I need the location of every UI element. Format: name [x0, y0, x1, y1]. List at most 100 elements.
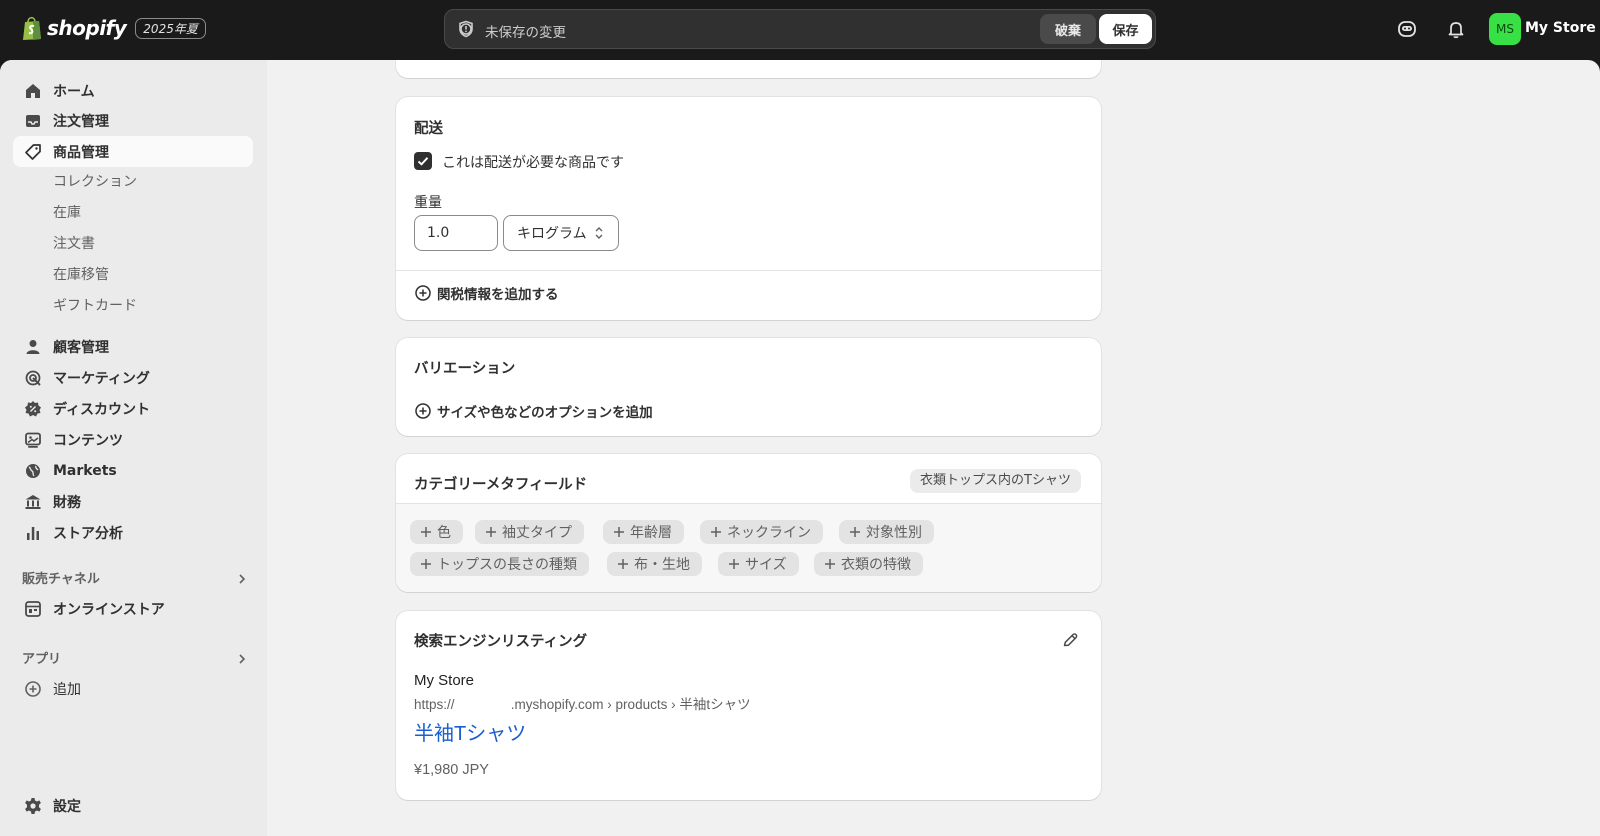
divider — [396, 270, 1101, 271]
sidekick-icon[interactable] — [1396, 18, 1418, 40]
plus-icon — [486, 527, 496, 537]
weight-input[interactable] — [414, 215, 498, 251]
plus-icon — [618, 559, 628, 569]
store-name[interactable]: My Store — [1525, 20, 1596, 36]
metafield-pill-clothing-features[interactable]: 衣類の特徴 — [814, 552, 923, 576]
pill-label: 袖丈タイプ — [502, 525, 572, 541]
sidebar-item-label: コンテンツ — [53, 432, 123, 449]
sidebar-item-content[interactable]: コンテンツ — [13, 424, 253, 455]
discard-button[interactable]: 破棄 — [1040, 14, 1096, 44]
plus-icon — [711, 527, 721, 537]
sidebar-item-label: 追加 — [53, 681, 81, 698]
home-icon — [26, 83, 40, 98]
bar-chart-icon — [27, 526, 39, 540]
bell-icon[interactable] — [1445, 18, 1467, 40]
pill-label: 色 — [437, 525, 451, 541]
sidebar-subitem-transfers[interactable]: 在庫移管 — [53, 264, 109, 284]
weight-unit-select[interactable]: キログラム — [503, 215, 619, 251]
sidebar-item-add-app[interactable]: 追加 — [13, 673, 253, 704]
sidebar-item-customers[interactable]: 顧客管理 — [13, 331, 253, 362]
sidebar-item-analytics[interactable]: ストア分析 — [13, 517, 253, 548]
sidebar-item-home[interactable]: ホーム — [13, 75, 253, 106]
pill-label: サイズ — [745, 557, 787, 573]
metafield-pill-target-gender[interactable]: 対象性別 — [839, 520, 934, 544]
select-chevron-icon — [595, 227, 603, 239]
sidebar-item-marketing[interactable]: マーケティング — [13, 362, 253, 393]
sidebar-item-online-store[interactable]: オンラインストア — [13, 593, 253, 624]
sidebar-item-label: 設定 — [53, 798, 81, 815]
pencil-icon[interactable] — [1061, 631, 1079, 649]
sidebar-item-label: マーケティング — [53, 370, 150, 387]
seo-url: https:// .myshopify.com › products › 半袖t… — [414, 697, 751, 712]
plus-icon — [850, 527, 860, 537]
sidebar: ホーム 注文管理 商品管理 コレクション 在庫 注文書 在庫移管 ギフトカード … — [0, 60, 267, 836]
category-badge: 衣類トップス内のTシャツ — [910, 469, 1081, 493]
alert-circle-icon — [459, 20, 473, 38]
metafield-pill-color[interactable]: 色 — [410, 520, 463, 544]
bank-icon — [25, 494, 41, 509]
search-engine-listing-card: 検索エンジンリスティング My Store https:// .myshopif… — [396, 611, 1101, 800]
main-shell: ホーム 注文管理 商品管理 コレクション 在庫 注文書 在庫移管 ギフトカード … — [0, 60, 1600, 836]
sidebar-subitem-purchase-orders[interactable]: 注文書 — [53, 233, 95, 253]
chevron-right-icon[interactable] — [236, 653, 248, 665]
plus-icon — [825, 559, 835, 569]
chevron-right-icon[interactable] — [236, 573, 248, 585]
seo-price: ¥1,980 JPY — [414, 762, 489, 778]
sales-channels-title: 販売チャネル — [22, 572, 100, 587]
variants-title: バリエーション — [414, 361, 516, 377]
add-options-link[interactable]: サイズや色などのオプションを追加 — [414, 401, 653, 421]
shopify-logo[interactable]: shopify 2025年夏 — [22, 15, 206, 41]
metafield-pill-size[interactable]: サイズ — [718, 552, 799, 576]
plus-circle-icon — [415, 403, 431, 419]
variants-card: バリエーション サイズや色などのオプションを追加 — [396, 338, 1101, 436]
plus-circle-icon — [415, 285, 431, 301]
checkmark-icon — [417, 157, 429, 166]
sidebar-item-finance[interactable]: 財務 — [13, 486, 253, 517]
pill-label: 年齢層 — [630, 525, 672, 541]
shopify-bag-icon — [23, 16, 41, 40]
apps-title: アプリ — [22, 652, 62, 667]
pill-label: 対象性別 — [866, 525, 922, 541]
sidebar-item-markets[interactable]: Markets — [13, 455, 253, 486]
sidebar-item-label: 顧客管理 — [53, 339, 109, 356]
metafield-pill-neckline[interactable]: ネックライン — [700, 520, 823, 544]
person-icon — [26, 339, 40, 354]
sidebar-item-discounts[interactable]: ディスカウント — [13, 393, 253, 424]
inbox-icon — [26, 114, 40, 127]
plus-icon — [421, 527, 431, 537]
sidebar-item-settings[interactable]: 設定 — [13, 790, 253, 821]
seo-store-name: My Store — [414, 672, 475, 689]
sidebar-item-label: 注文管理 — [53, 113, 109, 130]
sidebar-subitem-collections[interactable]: コレクション — [53, 171, 137, 191]
metafields-title: カテゴリーメタフィールド — [414, 477, 588, 493]
metafield-pill-sleeve-type[interactable]: 袖丈タイプ — [475, 520, 584, 544]
metafield-pill-age-group[interactable]: 年齢層 — [603, 520, 684, 544]
discount-icon — [25, 400, 41, 416]
sidebar-item-orders[interactable]: 注文管理 — [13, 105, 253, 136]
weight-unit-value: キログラム — [517, 226, 587, 242]
requires-shipping-label[interactable]: これは配送が必要な商品です — [442, 152, 624, 172]
content-icon — [25, 432, 41, 448]
sidebar-subitem-inventory[interactable]: 在庫 — [53, 202, 81, 222]
unsaved-changes-bar: 未保存の変更 破棄 保存 — [444, 9, 1156, 49]
save-button[interactable]: 保存 — [1099, 14, 1152, 44]
pill-label: 布・生地 — [634, 557, 690, 573]
sidebar-subitem-gift-cards[interactable]: ギフトカード — [53, 295, 137, 315]
weight-label: 重量 — [414, 195, 442, 211]
sidebar-item-label: オンラインストア — [53, 601, 165, 618]
plus-icon — [421, 559, 431, 569]
add-customs-info-link[interactable]: 関税情報を追加する — [414, 283, 559, 303]
seo-title: 検索エンジンリスティング — [414, 634, 588, 650]
pill-label: トップスの長さの種類 — [437, 557, 577, 573]
target-icon — [25, 370, 41, 386]
store-avatar[interactable]: MS — [1489, 13, 1521, 45]
metafield-pill-top-length[interactable]: トップスの長さの種類 — [410, 552, 589, 576]
sidebar-item-products[interactable]: 商品管理 — [13, 136, 253, 167]
metafield-pill-fabric[interactable]: 布・生地 — [607, 552, 702, 576]
requires-shipping-checkbox[interactable] — [414, 152, 432, 170]
sidebar-item-label: Markets — [53, 462, 117, 479]
shipping-card: 配送 これは配送が必要な商品です 重量 キログラム 関税情報を追加する — [396, 97, 1101, 320]
store-icon — [25, 600, 41, 617]
previous-card — [396, 60, 1101, 78]
add-options-label: サイズや色などのオプションを追加 — [437, 405, 653, 421]
